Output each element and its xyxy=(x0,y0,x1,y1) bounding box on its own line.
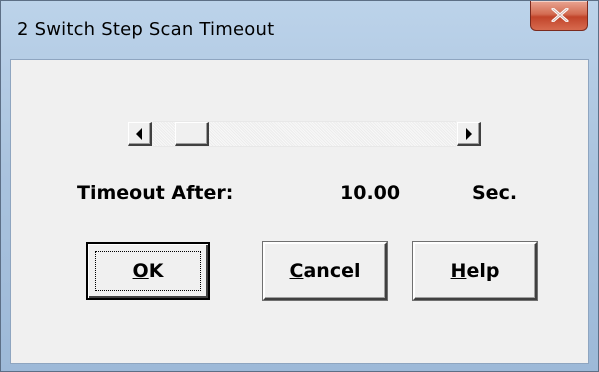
arrow-left-icon xyxy=(136,128,142,140)
title-bar[interactable]: 2 Switch Step Scan Timeout xyxy=(1,1,598,59)
cancel-mnemonic: C xyxy=(289,260,304,282)
help-button[interactable]: Help xyxy=(413,242,537,300)
ok-button[interactable]: OK xyxy=(86,242,210,300)
dialog-client-area: Timeout After: 10.00 Sec. OK Cancel Help xyxy=(10,59,589,364)
timeout-value: 10.00 xyxy=(340,182,401,204)
timeout-scrollbar[interactable] xyxy=(125,120,484,148)
dialog-window: 2 Switch Step Scan Timeout Timeout After… xyxy=(0,0,599,372)
ok-mnemonic: O xyxy=(132,260,149,282)
timeout-label: Timeout After: xyxy=(77,182,234,204)
window-title: 2 Switch Step Scan Timeout xyxy=(17,19,275,40)
close-button[interactable] xyxy=(530,1,588,31)
scroll-left-button[interactable] xyxy=(128,122,152,146)
cancel-button[interactable]: Cancel xyxy=(263,242,387,300)
arrow-right-icon xyxy=(466,128,472,140)
close-icon xyxy=(551,8,569,22)
scroll-thumb[interactable] xyxy=(175,122,209,146)
help-label-rest: elp xyxy=(466,260,500,282)
help-mnemonic: H xyxy=(450,260,467,282)
scroll-right-button[interactable] xyxy=(457,122,481,146)
timeout-unit: Sec. xyxy=(472,182,518,204)
ok-label-rest: K xyxy=(148,260,164,282)
cancel-label-rest: ancel xyxy=(303,260,361,282)
